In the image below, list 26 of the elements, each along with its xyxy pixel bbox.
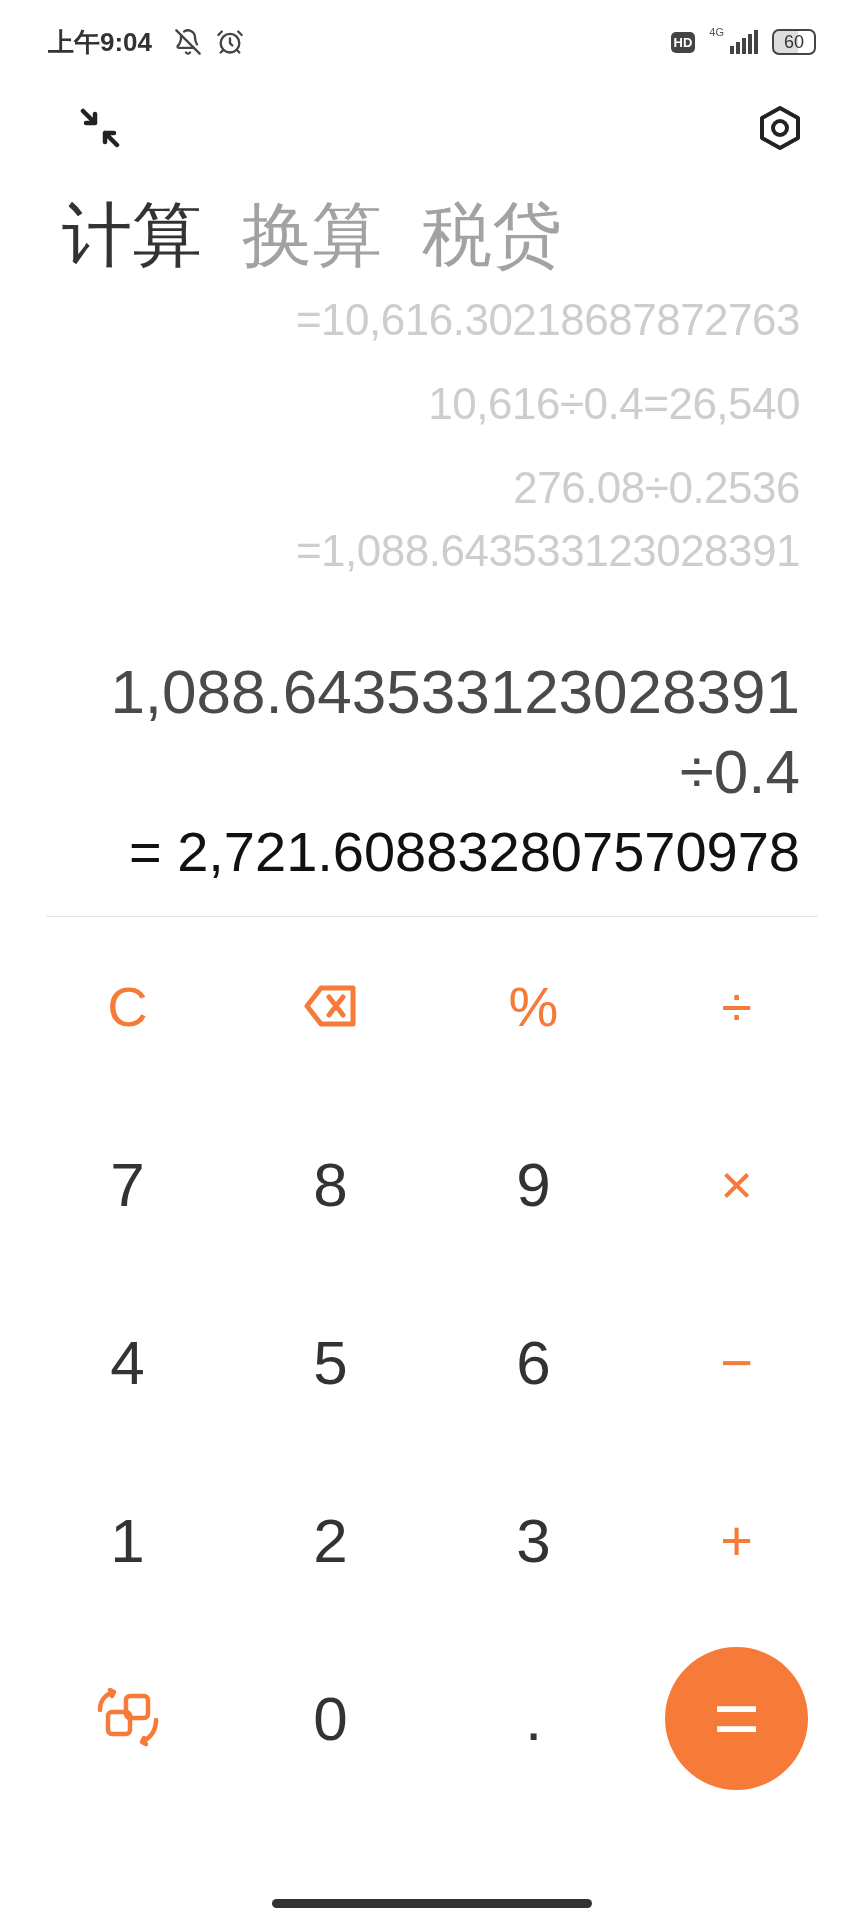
status-time: 上午9:04 (48, 25, 153, 59)
backspace-icon[interactable] (302, 984, 359, 1028)
battery-indicator: 60 (771, 29, 816, 55)
expression-line: 1,088.643533123028391 (110, 656, 800, 728)
mode-tab[interactable]: 计算 (62, 189, 202, 283)
digit-key[interactable]: 4 (90, 1326, 165, 1398)
digit-key[interactable]: 3 (496, 1504, 571, 1576)
digit-key[interactable]: 1 (90, 1504, 165, 1576)
digit-key[interactable]: 6 (496, 1326, 571, 1398)
alarm-clock-icon (216, 28, 245, 56)
digit-key[interactable]: 9 (496, 1148, 571, 1220)
digit-key[interactable]: 8 (293, 1148, 368, 1220)
expression-line: ÷0.4 (679, 736, 800, 808)
network-type: 4G (709, 26, 724, 38)
digit-key[interactable]: 7 (90, 1148, 165, 1220)
hd-badge: HD (670, 31, 696, 53)
bell-off-icon (174, 28, 203, 56)
result-text: = 2,721.608832807570978 (128, 819, 800, 885)
settings-icon[interactable] (758, 105, 802, 151)
swap-icon[interactable] (95, 1688, 160, 1748)
digit-key[interactable]: 5 (293, 1326, 368, 1398)
collapse-icon[interactable] (80, 108, 120, 148)
digit-key[interactable]: 0 (293, 1682, 368, 1754)
digit-key[interactable]: . (504, 1682, 563, 1754)
digit-key[interactable]: 2 (293, 1504, 368, 1576)
signal-icon (727, 30, 758, 54)
